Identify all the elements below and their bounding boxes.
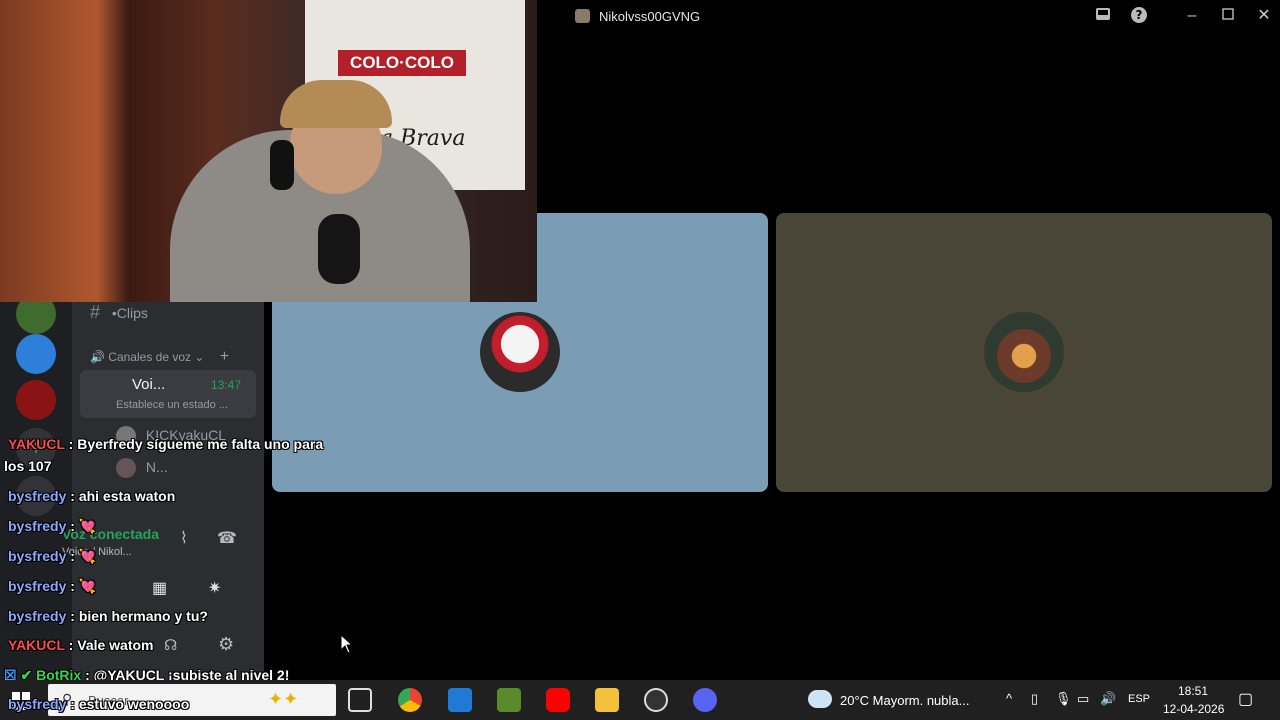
add-channel-icon[interactable]: + [220, 348, 229, 365]
participant-tile-right[interactable] [776, 213, 1272, 492]
discord-icon[interactable] [693, 688, 717, 712]
mic-icon[interactable]: 🎙 [1055, 691, 1072, 707]
member-name: KICKyakuCL [145, 426, 227, 443]
participant-avatar-right [984, 312, 1064, 392]
noise-suppression-icon[interactable]: ⌇ [180, 528, 188, 548]
network-icon[interactable]: ▭ [1077, 691, 1089, 707]
discover-icon[interactable] [16, 476, 56, 516]
avatar [116, 426, 136, 446]
flag-text: COLO·COLO [338, 50, 466, 76]
clock-time[interactable]: 18:51 [1178, 684, 1208, 698]
microphone [318, 214, 360, 284]
clock-date[interactable]: 12-04-2026 [1163, 702, 1224, 716]
file-explorer-icon[interactable] [595, 688, 619, 712]
soundboard-icon[interactable]: ✷ [208, 578, 221, 598]
channel-panel: # •Clips 🔊 Canales de voz ⌄ + Voi... 13:… [62, 302, 264, 688]
chevron-down-icon: ⌄ [194, 350, 205, 364]
inbox-icon[interactable] [1093, 6, 1113, 26]
app-logo-icon [575, 9, 590, 23]
headphones-icon[interactable]: ☊ [164, 636, 177, 654]
member-row-1[interactable]: KICKyakuCL [116, 426, 308, 446]
add-server-icon[interactable]: + [16, 428, 56, 468]
channel-clips[interactable]: # •Clips [90, 302, 282, 323]
member-row-2[interactable]: N... [116, 458, 308, 478]
avatar [116, 458, 136, 478]
voice-connected-panel: Voz conectada Voice / Nikol... ⌇ ☎ [62, 524, 252, 564]
activities-icon[interactable]: ▦ [152, 578, 167, 598]
minimize-icon[interactable]: – [1182, 6, 1202, 26]
maximize-icon[interactable] [1218, 6, 1238, 26]
search-highlight-icon: ✦✦ [268, 689, 299, 709]
participant-avatar-left [480, 312, 560, 392]
voice-status: Establece un estado ... [116, 399, 228, 411]
voice-connected-label: Voz conectada [62, 526, 159, 542]
chat-user: bysfredy [8, 696, 67, 712]
hash-icon: # [90, 302, 101, 322]
server-rail: + [0, 294, 72, 688]
store-icon[interactable] [448, 688, 472, 712]
weather-icon [808, 690, 832, 708]
weather-text[interactable]: 20°C Mayorm. nubla... [840, 693, 969, 708]
obs-icon[interactable] [644, 688, 668, 712]
voice-channel-card[interactable]: Voi... 13:47 Establece un estado ... [80, 370, 256, 418]
taskbar: ⚲ Buscar ✦✦ 20°C Mayorm. nubla... ^ ▯ 🎙 … [0, 680, 1280, 720]
voice-category[interactable]: 🔊 Canales de voz ⌄ + [90, 348, 282, 366]
svg-text:?: ? [1136, 8, 1143, 22]
youtube-icon[interactable] [546, 688, 570, 712]
disconnect-icon[interactable]: ☎ [217, 528, 237, 548]
speaker-icon: 🔊 [90, 350, 105, 364]
clips-label: •Clips [111, 305, 148, 321]
close-icon[interactable]: ✕ [1254, 6, 1274, 26]
language-indicator[interactable]: ESP [1128, 693, 1150, 705]
voice-channel-time: 13:47 [211, 378, 242, 392]
webcam-overlay: COLO·COLO a Brava [0, 0, 537, 302]
minecraft-icon[interactable] [497, 688, 521, 712]
volume-icon[interactable]: 🔊 [1100, 691, 1116, 707]
chrome-icon[interactable] [398, 688, 422, 712]
voice-category-label: Canales de voz [108, 350, 192, 364]
voice-channel-name: Voi... [132, 376, 166, 393]
window-titlebar: Nikolvss00GVNG ? – ✕ [537, 0, 1280, 32]
server-icon-2[interactable] [16, 334, 56, 374]
device-icon[interactable]: ▯ [1031, 691, 1038, 707]
chevron-up-icon[interactable]: ^ [1006, 691, 1012, 706]
help-icon[interactable]: ? [1129, 6, 1149, 26]
member-name: N... [145, 458, 168, 475]
mouse-cursor-icon [340, 633, 354, 659]
voice-path-label: Voice / Nikol... [62, 546, 132, 558]
headset [270, 140, 294, 190]
notifications-icon[interactable]: ▢ [1238, 689, 1253, 709]
chat-line: bysfredy : estuvo wenoooo [8, 696, 190, 712]
window-title: Nikolvss00GVNG [599, 9, 701, 24]
server-icon-3[interactable] [16, 380, 56, 420]
settings-icon[interactable]: ⚙ [218, 634, 234, 655]
chat-message: estuvo wenoooo [78, 696, 190, 712]
task-view-icon[interactable] [348, 688, 372, 712]
